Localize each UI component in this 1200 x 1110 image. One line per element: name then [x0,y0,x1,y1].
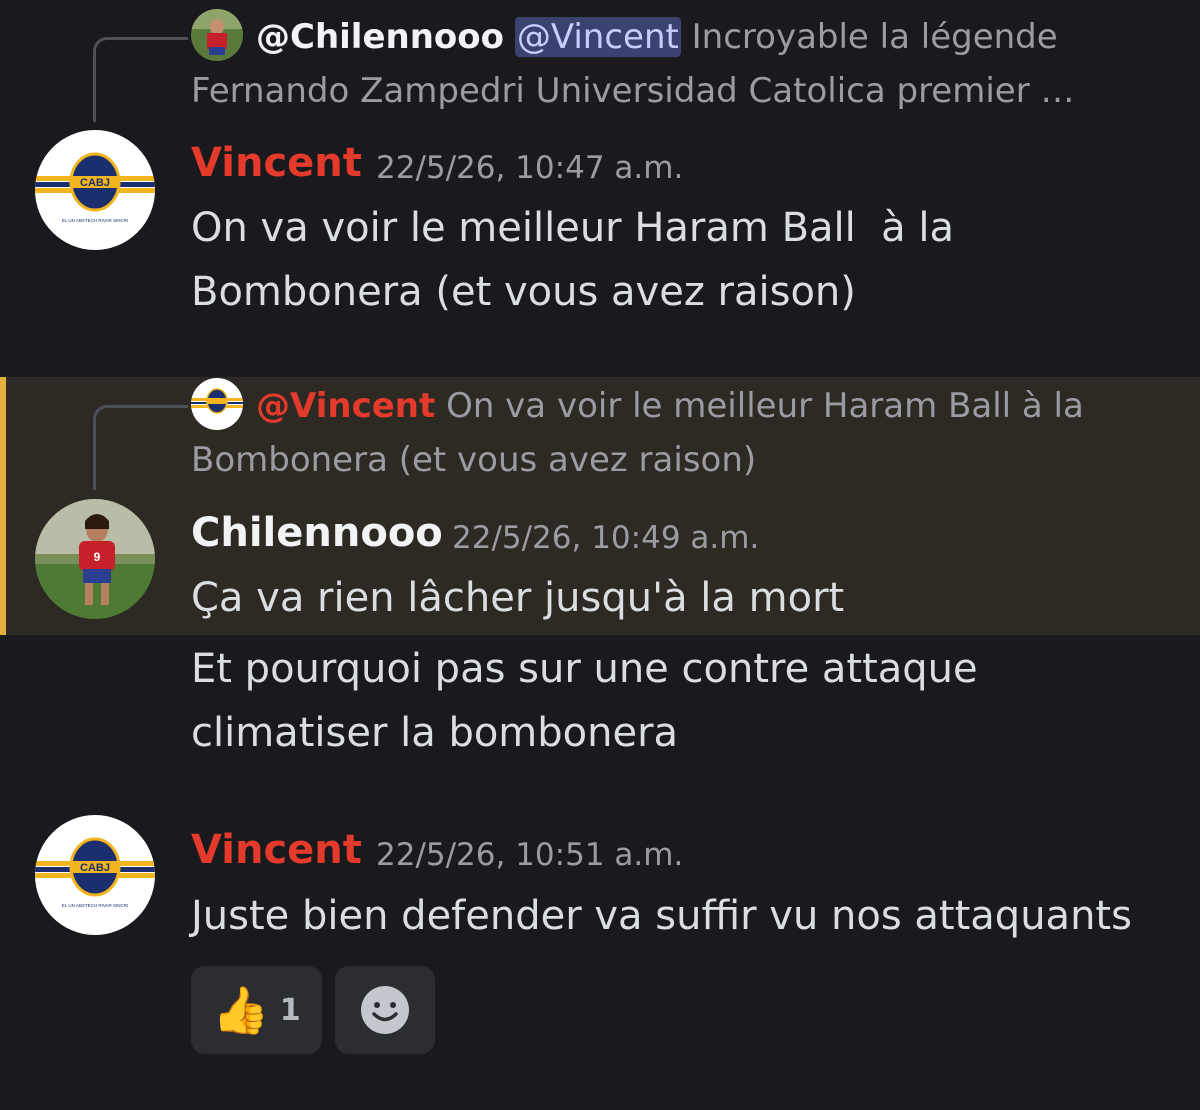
reply-preview-line1[interactable]: @Chilennooo @Vincent Incroyable la légen… [256,10,1058,64]
username-chilennooo[interactable]: Chilennooo [191,508,443,558]
reply-preview-line2[interactable]: Fernando Zampedri Universidad Catolica p… [191,64,1075,118]
reply-author[interactable]: @Chilennooo [256,17,504,57]
avatar-chilennooo[interactable]: 9 [35,499,155,619]
reaction-count: 1 [279,992,301,1028]
reply-preview-line1[interactable]: @Vincent On va voir le meilleur Haram Ba… [256,379,1084,433]
avatar-vincent[interactable]: CABJ EL UN ABSTECH RIVAR SINCRI [35,815,155,935]
thumbs-up-icon: 👍 [212,983,270,1037]
username-vincent[interactable]: Vincent [191,825,362,875]
add-reaction-icon [361,986,409,1034]
boca-logo-caption: EL UN ABSTECH RIVAR SINCRI [62,903,129,908]
message-timestamp: 22/5/26, 10:47 a.m. [376,150,684,186]
reply-preview-text: On va voir le meilleur Haram Ball à la [446,386,1084,426]
message-followup-text: Et pourquoi pas sur une contre attaque c… [191,646,978,756]
reply-preview-line2[interactable]: Bombonera (et vous avez raison) [191,433,756,487]
reply-avatar-vincent[interactable] [191,378,243,430]
boca-logo-caption: EL UN ABSTECH RIVAR SINCRI [62,218,129,223]
mention-vincent[interactable]: @Vincent [256,386,435,426]
svg-text:9: 9 [94,550,101,564]
reply-preview-text: Incroyable la légende [691,17,1058,57]
reply-connector [93,405,188,490]
message-text: Juste bien defender va suffir vu nos att… [191,893,1132,939]
add-reaction-button[interactable] [335,966,435,1054]
username-vincent[interactable]: Vincent [191,138,362,188]
message-timestamp: 22/5/26, 10:51 a.m. [376,837,684,873]
reply-connector [93,37,188,122]
avatar-vincent[interactable]: CABJ EL UN ABSTECH RIVAR SINCRI [35,130,155,250]
message-text: Ça va rien lâcher jusqu'à la mort [191,575,845,621]
reply-avatar-chilennooo[interactable] [191,9,243,61]
mention-chip[interactable]: @Vincent [514,17,681,57]
message-text: On va voir le meilleur Haram Ball à la B… [191,205,955,315]
boca-logo-text: CABJ [80,862,110,874]
boca-logo-text: CABJ [80,177,110,189]
message-timestamp: 22/5/26, 10:49 a.m. [452,520,760,556]
reaction-thumbs-up[interactable]: 👍 1 [191,966,322,1054]
